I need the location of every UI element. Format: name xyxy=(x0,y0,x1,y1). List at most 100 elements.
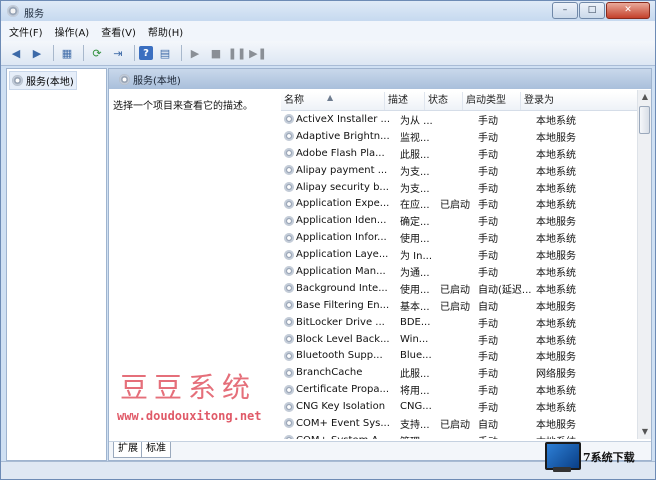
startup-type-cell: 手动 xyxy=(475,433,533,439)
description-cell: 在应... xyxy=(400,200,430,212)
description-cell: 使用... xyxy=(400,234,430,246)
pane-header: 服务(本地) xyxy=(109,69,651,89)
table-row[interactable]: Application Infor... 使用... 手动 本地系统 xyxy=(281,229,637,246)
tree-item-label: 服务(本地) xyxy=(26,77,74,88)
service-gear-icon xyxy=(284,232,294,243)
table-row[interactable]: Adaptive Brightn... 监视... 手动 本地服务 xyxy=(281,128,637,145)
table-row[interactable]: Certificate Propa... 将用... 手动 本地系统 xyxy=(281,381,637,398)
toolbar-separator xyxy=(134,45,135,61)
logon-as-cell: 本地服务 xyxy=(536,251,576,263)
description-cell: 将用... xyxy=(400,386,430,398)
description-cell: 为通... xyxy=(400,267,430,279)
table-row[interactable]: Application Man... 为通... 手动 本地系统 xyxy=(281,263,637,280)
services-gear-icon xyxy=(119,73,130,85)
menu-view[interactable]: 查看(V) xyxy=(101,24,136,39)
menu-action[interactable]: 操作(A) xyxy=(55,24,90,39)
tab-standard[interactable]: 标准 xyxy=(141,442,171,458)
table-row[interactable]: ActiveX Installer ... 为从 ... 手动 本地系统 xyxy=(281,111,637,128)
column-header-logon-as[interactable]: 登录为 xyxy=(521,92,637,110)
logon-as-cell: 网络服务 xyxy=(536,369,576,381)
tab-extended[interactable]: 扩展 xyxy=(113,442,143,458)
column-header-description[interactable]: 描述 xyxy=(385,92,425,110)
console-tree-icon[interactable]: ▦ xyxy=(58,44,76,62)
table-row[interactable]: Alipay security b... 为支... 手动 本地系统 xyxy=(281,179,637,196)
tree-item-services-local[interactable]: 服务(本地) xyxy=(9,71,77,90)
maximize-button[interactable]: □ xyxy=(579,2,605,19)
description-cell: 支持... xyxy=(400,419,430,431)
table-row[interactable]: Application Laye... 为 In... 手动 本地服务 xyxy=(281,246,637,263)
scrollbar-thumb[interactable] xyxy=(639,106,650,134)
help-icon[interactable]: ? xyxy=(139,46,153,60)
services-window: 服务 – □ ✕ 文件(F) 操作(A) 查看(V) 帮助(H) ◀ ▶ ▦ ⟳… xyxy=(0,0,656,480)
table-row[interactable]: Alipay payment ... 为支... 手动 本地系统 xyxy=(281,162,637,179)
column-header-startup-type[interactable]: 启动类型 xyxy=(463,92,521,110)
service-gear-icon xyxy=(284,131,294,142)
startup-type-cell: 手动 xyxy=(478,369,498,381)
minimize-button[interactable]: – xyxy=(552,2,578,19)
table-body: ActiveX Installer ... 为从 ... 手动 本地系统 Adaptiv… xyxy=(281,111,637,439)
logon-as-cell: 本地系统 xyxy=(536,183,576,195)
logon-as-cell: 本地服务 xyxy=(536,419,576,431)
start-icon[interactable]: ▶ xyxy=(186,44,204,62)
description-cell: 监视... xyxy=(400,132,430,144)
export-icon[interactable]: ⇥ xyxy=(109,44,127,62)
startup-type-cell: 手动 xyxy=(478,352,498,364)
description-cell: Win... xyxy=(400,333,429,345)
description-cell: 为从 ... xyxy=(400,115,433,127)
startup-type-cell: 手动 xyxy=(478,115,498,127)
services-gear-icon xyxy=(12,75,23,86)
description-cell: 为 In... xyxy=(400,251,433,263)
toolbar-separator xyxy=(181,45,182,61)
service-gear-icon xyxy=(284,198,294,209)
close-button[interactable]: ✕ xyxy=(606,2,650,19)
pause-icon[interactable]: ❚❚ xyxy=(228,44,246,62)
table-row[interactable]: Application Iden... 确定... 手动 本地服务 xyxy=(281,212,637,229)
scroll-up-icon[interactable]: ▲ xyxy=(638,90,651,104)
menu-file[interactable]: 文件(F) xyxy=(9,24,43,39)
logon-as-cell: 本地服务 xyxy=(536,132,576,144)
stop-icon[interactable]: ■ xyxy=(207,44,225,62)
table-row[interactable]: Base Filtering En... 基本... 已启动 自动 本地服务 xyxy=(281,297,637,314)
service-name-cell: Bluetooth Supp... xyxy=(296,350,383,362)
vertical-scrollbar[interactable]: ▲ ▼ xyxy=(637,90,651,439)
service-gear-icon xyxy=(284,435,294,439)
toolbar-separator xyxy=(83,45,84,61)
service-name-cell: CNG Key Isolation xyxy=(296,401,386,413)
service-name-cell: Application Laye... xyxy=(296,249,389,261)
restart-icon[interactable]: ▶❚ xyxy=(249,44,267,62)
logon-as-cell: 本地系统 xyxy=(536,115,576,127)
column-header-name[interactable]: 名称 ▲ xyxy=(281,92,385,110)
description-cell: 确定... xyxy=(400,217,430,229)
pane-title: 服务(本地) xyxy=(133,75,181,87)
startup-type-cell: 自动 xyxy=(478,419,498,431)
table-row[interactable]: Background Inte... 使用... 已启动 自动(延迟... 本地系统 xyxy=(281,280,637,297)
menu-help[interactable]: 帮助(H) xyxy=(148,24,183,39)
service-name-cell: Alipay security b... xyxy=(296,181,389,193)
service-gear-icon xyxy=(284,148,294,159)
table-row[interactable]: Application Expe... 在应... 已启动 手动 本地系统 xyxy=(281,195,637,212)
startup-type-cell: 手动 xyxy=(478,132,498,144)
service-name-cell: Background Inte... xyxy=(296,282,388,294)
table-row[interactable]: Adobe Flash Pla... 此服... 手动 本地系统 xyxy=(281,145,637,162)
table-row[interactable]: BitLocker Drive ... BDE... 手动 本地系统 xyxy=(281,314,637,331)
startup-type-cell: 手动 xyxy=(478,267,498,279)
column-header-status[interactable]: 状态 xyxy=(425,92,463,110)
forward-icon[interactable]: ▶ xyxy=(28,44,46,62)
table-row[interactable]: Block Level Back... Win... 手动 本地系统 xyxy=(281,331,637,348)
refresh-icon[interactable]: ⟳ xyxy=(88,44,106,62)
description-cell: 使用... xyxy=(400,284,430,296)
logon-as-cell: 本地系统 xyxy=(536,166,576,178)
startup-type-cell: 手动 xyxy=(478,335,498,347)
back-icon[interactable]: ◀ xyxy=(7,44,25,62)
table-row[interactable]: COM+ Event Sys... 支持... 已启动 自动 本地服务 xyxy=(281,415,637,432)
status-cell: 已启动 xyxy=(440,284,470,296)
status-cell: 已启动 xyxy=(440,200,470,212)
toolbar-separator xyxy=(53,45,54,61)
table-row[interactable]: Bluetooth Supp... Blue... 手动 本地服务 xyxy=(281,347,637,364)
service-gear-icon xyxy=(284,249,294,260)
properties-icon[interactable]: ▤ xyxy=(156,44,174,62)
table-row[interactable]: CNG Key Isolation CNG... 手动 本地系统 xyxy=(281,398,637,415)
table-row[interactable]: BranchCache 此服... 手动 网络服务 xyxy=(281,364,637,381)
logon-as-cell: 本地系统 xyxy=(536,149,576,161)
status-cell: 已启动 xyxy=(440,301,470,313)
